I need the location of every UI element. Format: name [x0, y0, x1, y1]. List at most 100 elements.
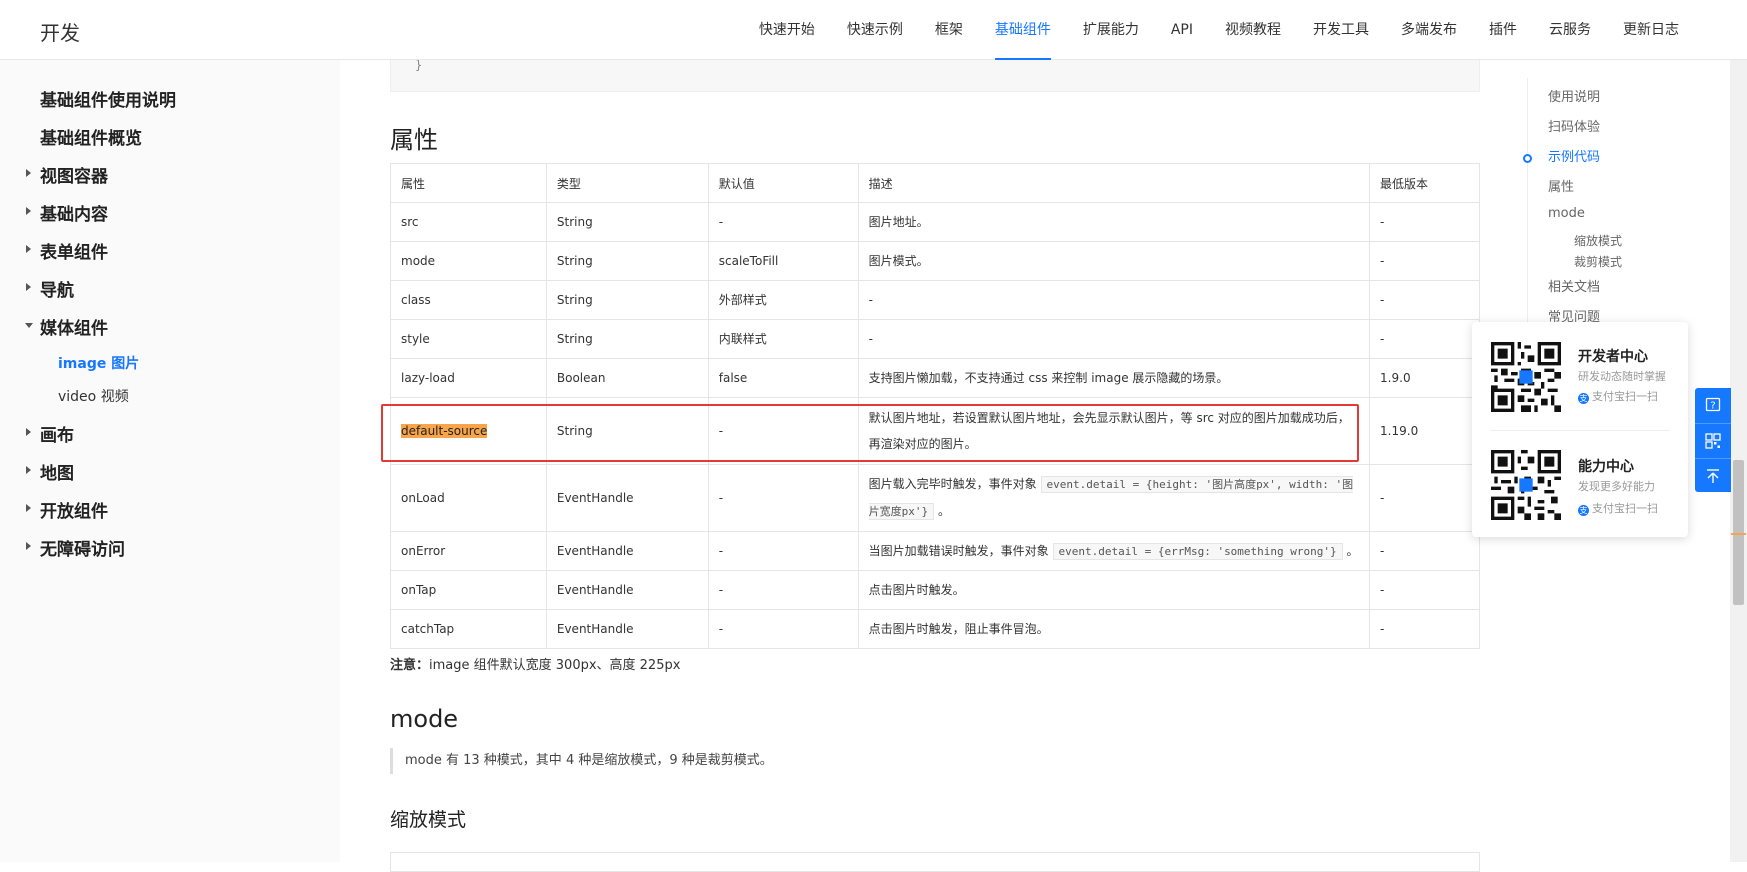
table-row: catchTap EventHandle - 点击图片时触发，阻止事件冒泡。 - [390, 609, 1480, 649]
sidebar-item-view-container[interactable]: 视图容器 [26, 162, 108, 187]
scan-label: 支付宝扫一扫 [1592, 502, 1658, 515]
cell-type: EventHandle [545, 464, 709, 532]
cell-type: EventHandle [545, 531, 709, 571]
svg-text:?: ? [1710, 401, 1715, 412]
desc-text: 图片载入完毕时触发，事件对象 [868, 477, 1037, 491]
cell-type: String [545, 241, 709, 281]
toc-item-mode[interactable]: mode [1548, 206, 1585, 221]
mode-quote: mode 有 13 种模式，其中 4 种是缩放模式，9 种是裁剪模式。 [390, 748, 773, 774]
cell-version-link[interactable]: 1.9.0 [1369, 358, 1480, 398]
table-row: onError EventHandle - 当图片加载错误时触发，事件对象 ev… [390, 531, 1480, 571]
toc-item-crop-mode[interactable]: 裁剪模式 [1574, 253, 1622, 270]
nav-item-multi-publish[interactable]: 多端发布 [1385, 0, 1473, 60]
caret-right-icon [26, 428, 31, 436]
cell-type: String [545, 319, 709, 359]
sidebar-item-media[interactable]: 媒体组件 [25, 314, 108, 339]
toc-item-sample-code[interactable]: 示例代码 [1548, 146, 1600, 165]
qr-title-capability-center: 能力中心 [1578, 459, 1634, 475]
nav-item-plugins[interactable]: 插件 [1473, 0, 1533, 60]
sidebar-item-basic-content[interactable]: 基础内容 [26, 200, 108, 225]
cell-prop: mode [390, 241, 547, 281]
sidebar-item-label: 媒体组件 [40, 319, 108, 339]
scrollbar-search-mark [1731, 533, 1746, 535]
code-brace: } [415, 58, 423, 72]
cell-default: scaleToFill [707, 241, 859, 281]
note-label: 注意： [390, 658, 430, 673]
alipay-icon: 支 [1578, 393, 1589, 404]
cell-prop: onError [390, 531, 547, 571]
table-of-contents: 使用说明 扫码体验 示例代码 属性 mode 缩放模式 裁剪模式 相关文档 常见… [1520, 60, 1700, 360]
sidebar-item-label: 基础组件使用说明 [40, 91, 176, 111]
note-text: image 组件默认宽度 300px、高度 225px [429, 658, 681, 673]
cell-type: EventHandle [545, 570, 709, 610]
sidebar-item-accessibility[interactable]: 无障碍访问 [26, 535, 125, 560]
cell-version-link[interactable]: 1.19.0 [1369, 397, 1480, 465]
props-heading: 属性 [390, 126, 438, 154]
sidebar-subitem-image[interactable]: image 图片 [58, 353, 139, 373]
table-row: style String 内联样式 - - [390, 319, 1480, 359]
nav-item-framework[interactable]: 框架 [919, 0, 979, 60]
feedback-button[interactable]: ? [1695, 388, 1731, 422]
brand-title[interactable]: 开发 [40, 17, 80, 46]
cell-version: - [1369, 464, 1480, 532]
sidebar-item-label: 开放组件 [40, 502, 108, 522]
qr-code-button[interactable] [1695, 423, 1731, 457]
nav-item-extensions[interactable]: 扩展能力 [1067, 0, 1155, 60]
nav-item-cloud[interactable]: 云服务 [1533, 0, 1607, 60]
sidebar-item-navigation[interactable]: 导航 [26, 276, 74, 301]
sidebar-item-form[interactable]: 表单组件 [26, 238, 108, 263]
cell-version: - [1369, 531, 1480, 571]
size-note: 注意：image 组件默认宽度 300px、高度 225px [390, 654, 680, 673]
sidebar-item-label: 无障碍访问 [40, 540, 125, 560]
caret-right-icon [26, 542, 31, 550]
left-sidebar: 基础组件使用说明 基础组件概览 视图容器 基础内容 表单组件 导航 媒体组件 i… [0, 60, 340, 862]
sidebar-item-overview[interactable]: 基础组件概览 [40, 124, 142, 149]
nav-item-changelog[interactable]: 更新日志 [1607, 0, 1695, 60]
back-to-top-button[interactable] [1695, 458, 1731, 492]
table-row: class String 外部样式 - - [390, 280, 1480, 320]
nav-item-quick-start[interactable]: 快速开始 [743, 0, 831, 60]
sidebar-item-map[interactable]: 地图 [26, 459, 74, 484]
cell-prop: onLoad [390, 464, 547, 532]
sidebar-item-usage[interactable]: 基础组件使用说明 [40, 86, 176, 111]
help-icon: ? [1705, 397, 1721, 412]
sidebar-item-label: 视图容器 [40, 167, 108, 187]
toc-item-related-docs[interactable]: 相关文档 [1548, 276, 1600, 295]
cell-desc: 当图片加载错误时触发，事件对象 event.detail = {errMsg: … [857, 531, 1371, 571]
cell-type: String [545, 202, 709, 242]
table-row: onLoad EventHandle - 图片载入完毕时触发，事件对象 even… [390, 464, 1480, 532]
toc-item-props[interactable]: 属性 [1548, 176, 1574, 195]
sidebar-item-label: 导航 [40, 281, 74, 301]
zoom-mode-table-top [390, 852, 1480, 872]
toc-item-usage[interactable]: 使用说明 [1548, 86, 1600, 105]
qr-scan-dev-center: 支支付宝扫一扫 [1578, 388, 1658, 404]
cell-prop: class [390, 280, 547, 320]
cell-desc: 支持图片懒加载，不支持通过 css 来控制 image 展示隐藏的场景。 [857, 358, 1371, 398]
toc-item-zoom-mode[interactable]: 缩放模式 [1574, 232, 1622, 249]
table-header-row: 属性 类型 默认值 描述 最低版本 [390, 163, 1480, 203]
toc-active-dot [1523, 154, 1532, 163]
caret-right-icon [26, 245, 31, 253]
nav-item-quick-examples[interactable]: 快速示例 [831, 0, 919, 60]
nav-item-video-tutorials[interactable]: 视频教程 [1209, 0, 1297, 60]
code-block-tail: } [390, 58, 1480, 92]
sidebar-item-open-components[interactable]: 开放组件 [26, 497, 108, 522]
col-header-version: 最低版本 [1369, 163, 1480, 203]
highlight-box [381, 404, 1359, 462]
sidebar-subitem-video[interactable]: video 视频 [58, 386, 129, 406]
desc-text: 。 [1346, 543, 1359, 558]
nav-item-basic-components[interactable]: 基础组件 [979, 0, 1067, 60]
zoom-mode-heading: 缩放模式 [390, 809, 467, 831]
nav-item-api[interactable]: API [1155, 0, 1209, 60]
cell-default: - [707, 202, 859, 242]
qr-code-popup: 开发者中心 研发动态随时掌握 支支付宝扫一扫 能力中心 发现更多好能力 支支付宝… [1472, 322, 1688, 537]
toc-item-scan[interactable]: 扫码体验 [1548, 116, 1600, 135]
desc-text: 当图片加载错误时触发，事件对象 [868, 543, 1049, 558]
cell-desc: 图片载入完毕时触发，事件对象 event.detail = {height: '… [857, 464, 1371, 532]
nav-item-dev-tools[interactable]: 开发工具 [1297, 0, 1385, 60]
sidebar-item-canvas[interactable]: 画布 [26, 421, 74, 446]
cell-version: - [1369, 202, 1480, 242]
cell-version: - [1369, 241, 1480, 281]
page-scrollbar[interactable] [1730, 0, 1747, 862]
sidebar-item-label: 地图 [40, 464, 74, 484]
